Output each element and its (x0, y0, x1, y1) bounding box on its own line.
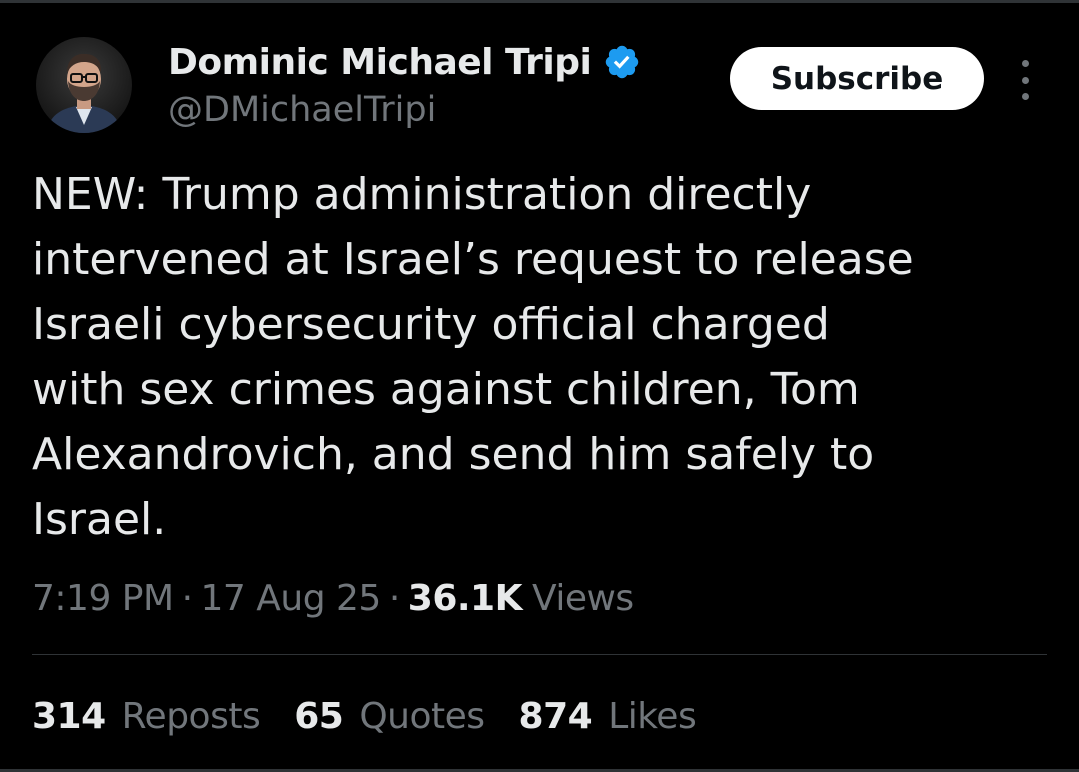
author-avatar[interactable] (36, 37, 132, 133)
more-dot (1021, 60, 1029, 67)
likes-label: Likes (608, 695, 697, 737)
reposts-count: 314 (32, 695, 106, 737)
tweet-time[interactable]: 7:19 PM (32, 578, 174, 619)
meta-separator: · (388, 577, 400, 619)
profile-photo-icon (36, 37, 132, 133)
reposts-label: Reposts (121, 695, 261, 737)
top-divider (0, 0, 1079, 3)
author-name-row: Dominic Michael Tripi (168, 38, 641, 86)
more-dot (1021, 93, 1029, 100)
more-dot (1021, 76, 1029, 84)
stats-divider (32, 654, 1047, 655)
tweet-line: intervened at Israel’s request to releas… (32, 234, 914, 285)
tweet-line: NEW: Trump administration directly (32, 169, 812, 220)
quotes-stat[interactable]: 65 Quotes (294, 695, 485, 737)
likes-stat[interactable]: 874 Likes (519, 696, 697, 737)
tweet-date[interactable]: 17 Aug 25 (201, 578, 382, 619)
views-label: Views (532, 577, 634, 619)
tweet-line: with sex crimes against children, Tom (32, 364, 860, 415)
author-handle[interactable]: @DMichaelTripi (168, 86, 641, 134)
views-count[interactable]: 36.1K (408, 578, 523, 619)
quotes-label: Quotes (359, 695, 485, 737)
meta-separator: · (181, 577, 193, 619)
author-display-name[interactable]: Dominic Michael Tripi (168, 42, 592, 83)
quotes-count: 65 (294, 695, 344, 737)
verified-badge-icon[interactable] (603, 43, 641, 81)
reposts-stat[interactable]: 314 Reposts (32, 695, 261, 737)
tweet-metadata: 7:19 PM · 17 Aug 25 · 36.1K Views (32, 570, 634, 626)
tweet-text: NEW: Trump administration directly inter… (32, 162, 1032, 552)
tweet-line: Alexandrovich, and send him safely to (32, 429, 875, 480)
more-vertical-icon[interactable] (1012, 60, 1038, 100)
subscribe-button[interactable]: Subscribe (730, 47, 984, 110)
author-block: Dominic Michael Tripi @DMichaelTripi (168, 38, 641, 134)
tweet-line: Israel. (32, 494, 167, 545)
engagement-stats: 314 Reposts 65 Quotes 874 Likes (32, 688, 730, 744)
likes-count: 874 (518, 695, 593, 737)
tweet-line: Israeli cybersecurity official charged (32, 299, 830, 350)
